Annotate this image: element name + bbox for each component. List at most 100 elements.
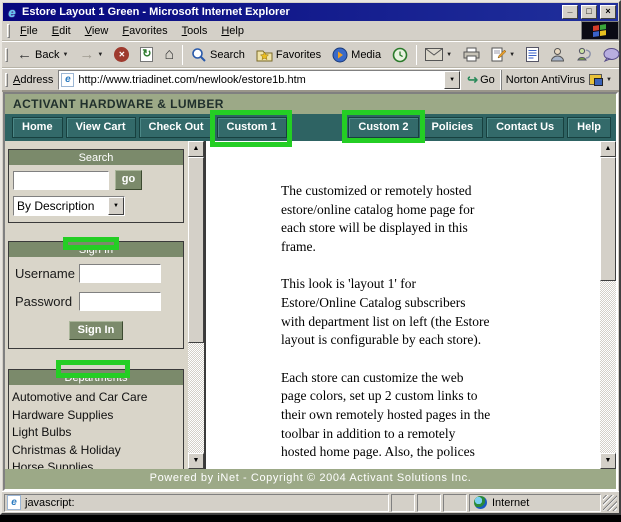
search-button[interactable]: Search xyxy=(186,43,250,67)
close-button[interactable]: × xyxy=(600,5,616,19)
toolbar-separator xyxy=(182,45,183,65)
username-field[interactable] xyxy=(79,264,161,283)
home-button[interactable]: ⌂ xyxy=(159,43,179,67)
norton-antivirus-button[interactable]: Norton AntiVirus ▼ xyxy=(501,70,616,90)
document-icon xyxy=(526,47,539,62)
departments-title-text: Departments xyxy=(65,372,128,384)
main-scrollbar[interactable]: ▲ ▼ xyxy=(600,141,616,469)
refresh-button[interactable]: ↻ xyxy=(135,43,158,67)
department-link[interactable]: Automotive and Car Care xyxy=(12,389,180,407)
mail-dropdown-icon[interactable]: ▼ xyxy=(446,52,452,58)
document-button[interactable] xyxy=(521,43,544,67)
favorites-button[interactable]: Favorites xyxy=(251,43,326,67)
search-filter-select[interactable]: By Description ▼ xyxy=(13,196,125,216)
norton-dropdown-icon[interactable]: ▼ xyxy=(606,77,612,83)
department-link[interactable]: Light Bulbs xyxy=(12,424,180,442)
menu-help[interactable]: Help xyxy=(214,23,251,39)
signin-panel-title: Sign In xyxy=(9,242,183,257)
address-grip[interactable] xyxy=(5,73,8,87)
menu-tools[interactable]: Tools xyxy=(175,23,215,39)
norton-label: Norton AntiVirus xyxy=(506,74,585,86)
scrollbar-thumb[interactable] xyxy=(600,157,616,281)
status-pane xyxy=(443,494,467,512)
windows-flag-icon xyxy=(593,24,607,38)
back-dropdown-icon[interactable]: ▼ xyxy=(62,52,68,58)
signin-button[interactable]: Sign In xyxy=(69,321,123,340)
nav-custom-1[interactable]: Custom 1 xyxy=(217,117,287,138)
edit-icon xyxy=(491,47,506,62)
main-frame: The customized or remotely hosted estore… xyxy=(204,141,616,469)
menu-favorites[interactable]: Favorites xyxy=(115,23,174,39)
password-label: Password xyxy=(15,294,79,309)
forward-button[interactable]: → ▼ xyxy=(74,43,108,67)
media-icon xyxy=(332,47,348,63)
nav-contact-us[interactable]: Contact Us xyxy=(486,117,564,138)
nav-home[interactable]: Home xyxy=(12,117,63,138)
scroll-up-icon[interactable]: ▲ xyxy=(188,141,204,157)
minimize-button[interactable]: _ xyxy=(562,5,578,19)
menu-view[interactable]: View xyxy=(78,23,116,39)
nav-custom-2[interactable]: Custom 2 xyxy=(348,117,418,138)
nav-policies[interactable]: Policies xyxy=(422,117,484,138)
nav-check-out[interactable]: Check Out xyxy=(139,117,214,138)
scroll-down-icon[interactable]: ▼ xyxy=(600,453,616,469)
discuss-icon xyxy=(603,48,620,62)
menu-grip[interactable] xyxy=(7,24,10,38)
go-button[interactable]: ↪ Go xyxy=(461,70,501,90)
discuss-button[interactable] xyxy=(598,43,621,67)
status-text: javascript: xyxy=(25,497,75,509)
status-pane xyxy=(391,494,415,512)
scrollbar-track[interactable] xyxy=(600,281,616,453)
address-dropdown-icon[interactable]: ▼ xyxy=(444,71,460,89)
sidebar-scrollbar[interactable]: ▲ ▼ xyxy=(188,141,204,469)
menu-edit[interactable]: Edit xyxy=(45,23,78,39)
go-arrow-icon: ↪ xyxy=(467,72,478,88)
menu-bar: File Edit View Favorites Tools Help xyxy=(2,21,619,41)
edit-dropdown-icon[interactable]: ▼ xyxy=(509,52,515,58)
content-paragraph: This look is 'layout 1' for Estore/Onlin… xyxy=(281,275,526,349)
frameset: Search go By Description ▼ xyxy=(5,141,616,469)
resize-grip[interactable] xyxy=(603,495,617,511)
ie-document-icon: e xyxy=(7,495,21,510)
media-button[interactable]: Media xyxy=(327,43,386,67)
contacts-button[interactable] xyxy=(545,43,570,67)
search-icon xyxy=(191,47,207,63)
forward-dropdown-icon[interactable]: ▼ xyxy=(97,52,103,58)
toolbar-grip[interactable] xyxy=(5,48,8,62)
search-go-button[interactable]: go xyxy=(115,170,142,190)
department-link[interactable]: Christmas & Holiday xyxy=(12,442,180,460)
print-button[interactable] xyxy=(458,43,485,67)
scroll-up-icon[interactable]: ▲ xyxy=(600,141,616,157)
address-combo[interactable]: e http://www.triadinet.com/newlook/estor… xyxy=(58,70,461,90)
select-dropdown-icon[interactable]: ▼ xyxy=(108,197,124,215)
nav-view-cart[interactable]: View Cart xyxy=(66,117,136,138)
nav-custom-1-label: Custom 1 xyxy=(227,121,277,133)
ie-page-icon: e xyxy=(61,73,74,87)
scrollbar-track[interactable] xyxy=(188,343,204,453)
department-link[interactable]: Horse Supplies xyxy=(12,459,180,469)
stop-button[interactable]: ✕ xyxy=(109,43,134,67)
browser-viewport: ACTIVANT HARDWARE & LUMBER Home View Car… xyxy=(3,92,618,491)
password-field[interactable] xyxy=(79,292,161,311)
messenger-button[interactable] xyxy=(571,43,597,67)
nav-help[interactable]: Help xyxy=(567,117,611,138)
edit-button[interactable]: ▼ xyxy=(486,43,520,67)
ie-logo-icon: e xyxy=(5,6,19,19)
scroll-down-icon[interactable]: ▼ xyxy=(188,453,204,469)
signin-panel: Sign In Username Password xyxy=(8,241,184,349)
search-input[interactable] xyxy=(13,171,109,190)
mail-button[interactable]: ▼ xyxy=(420,43,457,67)
favorites-label: Favorites xyxy=(276,49,321,61)
back-label: Back xyxy=(35,49,59,61)
maximize-button[interactable]: □ xyxy=(581,5,597,19)
department-link[interactable]: Hardware Supplies xyxy=(12,407,180,425)
media-label: Media xyxy=(351,49,381,61)
history-button[interactable] xyxy=(387,43,413,67)
back-icon: ← xyxy=(17,47,32,62)
departments-panel: Departments Automotive and Car Care Hard… xyxy=(8,369,184,469)
scrollbar-thumb[interactable] xyxy=(188,157,204,343)
back-button[interactable]: ← Back ▼ xyxy=(12,43,73,67)
menu-file[interactable]: File xyxy=(13,23,45,39)
address-url[interactable]: http://www.triadinet.com/newlook/estore1… xyxy=(74,74,444,86)
title-bar[interactable]: e Estore Layout 1 Green - Microsoft Inte… xyxy=(3,3,618,21)
